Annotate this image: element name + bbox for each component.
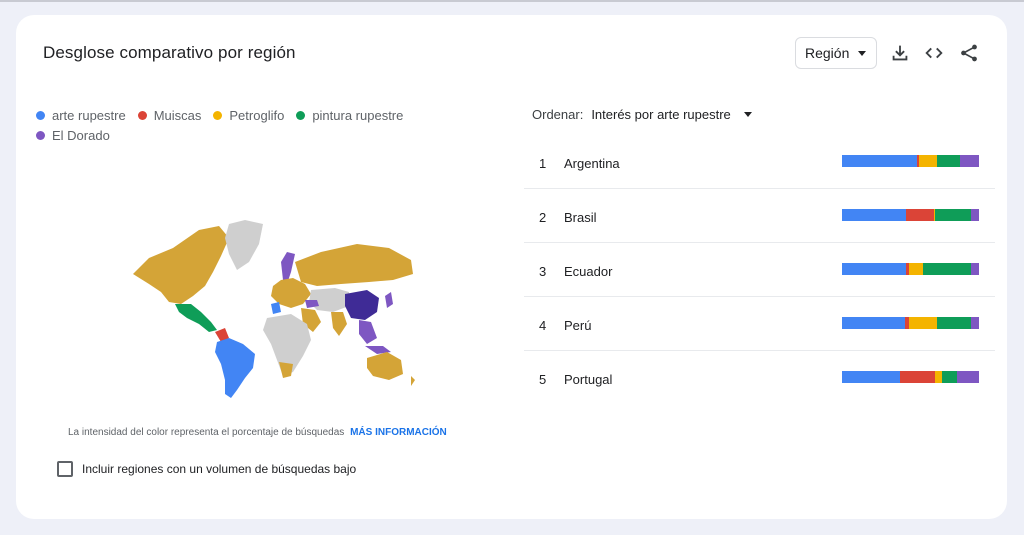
bar-segment xyxy=(922,263,971,275)
comparison-bar xyxy=(842,371,979,383)
legend-color-dot xyxy=(36,130,45,140)
bar-segment xyxy=(842,209,907,221)
legend-label: arte rupestre xyxy=(52,107,126,123)
more-info-link[interactable]: MÁS INFORMACIÓN xyxy=(350,427,447,438)
rank-number: 1 xyxy=(539,156,547,171)
map-region-southeast-asia xyxy=(359,320,377,344)
legend-item: Muiscas xyxy=(137,107,202,123)
include-low-volume-checkbox[interactable] xyxy=(57,461,73,477)
bar-segment xyxy=(842,317,906,329)
region-name: Portugal xyxy=(564,372,613,387)
region-ranking-list: 1 Argentina 2 Brasil 3 Ecuador 4 Perú 5 … xyxy=(524,135,995,405)
region-name: Perú xyxy=(564,318,592,333)
legend-color-dot xyxy=(36,110,45,120)
map-region-south-america xyxy=(215,338,255,398)
legend-label: El Dorado xyxy=(52,127,110,143)
map-region-new-zealand xyxy=(411,376,415,386)
legend-item: Petroglifo xyxy=(213,108,284,123)
world-map[interactable] xyxy=(121,200,421,400)
ranking-row[interactable]: 3 Ecuador xyxy=(524,243,995,297)
bar-segment xyxy=(935,371,942,383)
legend-label: Muiscas xyxy=(153,107,202,123)
legend-color-dot xyxy=(296,110,306,120)
share-icon[interactable] xyxy=(958,42,980,64)
color-intensity-note: La intensidad del color representa el po… xyxy=(68,427,447,438)
legend-row: El Dorado xyxy=(36,125,436,145)
map-region-india xyxy=(331,312,347,336)
legend-row: arte rupestre Muiscas Petroglifo pintura ru… xyxy=(36,105,436,125)
bar-segment xyxy=(906,209,934,221)
comparison-bar xyxy=(842,263,979,275)
map-region-russia xyxy=(295,244,413,286)
map-region-greenland xyxy=(225,220,263,270)
bar-segment xyxy=(957,371,979,383)
sort-dropdown[interactable]: Ordenar: Interés por arte rupestre xyxy=(532,107,752,122)
bar-segment xyxy=(941,371,958,383)
bar-segment xyxy=(909,317,937,329)
region-dropdown[interactable]: Región xyxy=(795,37,877,69)
map-region-mexico xyxy=(175,304,217,332)
comparison-bar xyxy=(842,209,979,221)
map-region-australia xyxy=(367,352,403,380)
map-region-south-africa xyxy=(279,362,293,378)
caret-down-icon xyxy=(858,51,866,56)
bar-segment xyxy=(899,371,936,383)
download-icon[interactable] xyxy=(889,42,911,64)
region-name: Brasil xyxy=(564,210,597,225)
legend-color-dot xyxy=(213,110,223,120)
sort-label: Ordenar: xyxy=(532,107,584,122)
window-top-border xyxy=(0,0,1024,2)
legend-item: El Dorado xyxy=(36,128,110,143)
ranking-row[interactable]: 4 Perú xyxy=(524,297,995,351)
rank-number: 4 xyxy=(539,318,547,333)
include-low-volume-label: Incluir regiones con un volumen de búsqu… xyxy=(82,462,357,476)
bar-segment xyxy=(936,155,960,167)
bar-segment xyxy=(842,155,918,167)
rank-number: 3 xyxy=(539,264,547,279)
comparison-bar xyxy=(842,155,979,167)
comparison-card: Desglose comparativo por región Región a… xyxy=(16,15,1007,519)
bar-segment xyxy=(918,155,937,167)
legend-item: pintura rupestre xyxy=(296,108,403,123)
legend-color-dot xyxy=(137,110,147,120)
legend-label: Petroglifo xyxy=(229,107,285,123)
ranking-row[interactable]: 2 Brasil xyxy=(524,189,995,243)
caret-down-icon xyxy=(743,112,752,117)
bar-segment xyxy=(970,209,979,221)
include-low-volume-row[interactable]: Incluir regiones con un volumen de búsqu… xyxy=(57,461,356,477)
region-name: Ecuador xyxy=(564,264,613,279)
bar-segment xyxy=(970,317,979,329)
map-region-japan xyxy=(385,292,393,308)
bar-segment xyxy=(842,263,907,275)
legend: arte rupestre Muiscas Petroglifo pintura ru… xyxy=(36,105,436,145)
legend-item: arte rupestre xyxy=(36,108,126,123)
map-region-china xyxy=(345,290,379,320)
region-name: Argentina xyxy=(564,156,620,171)
region-dropdown-label: Región xyxy=(805,45,850,61)
bar-segment xyxy=(909,263,923,275)
ranking-row[interactable]: 5 Portugal xyxy=(524,351,995,405)
rank-number: 5 xyxy=(539,372,547,387)
bar-segment xyxy=(970,263,979,275)
legend-label: pintura rupestre xyxy=(312,107,404,123)
comparison-bar xyxy=(842,317,979,329)
bar-segment xyxy=(936,317,971,329)
embed-code-icon[interactable] xyxy=(923,42,945,64)
bar-segment xyxy=(935,209,971,221)
rank-number: 2 xyxy=(539,210,547,225)
ranking-row[interactable]: 1 Argentina xyxy=(524,135,995,189)
color-intensity-text: La intensidad del color representa el po… xyxy=(68,427,345,438)
bar-segment xyxy=(842,371,900,383)
sort-value: Interés por arte rupestre xyxy=(591,107,731,122)
bar-segment xyxy=(959,155,979,167)
card-title: Desglose comparativo por región xyxy=(43,43,296,62)
map-region-north-america xyxy=(133,226,229,304)
